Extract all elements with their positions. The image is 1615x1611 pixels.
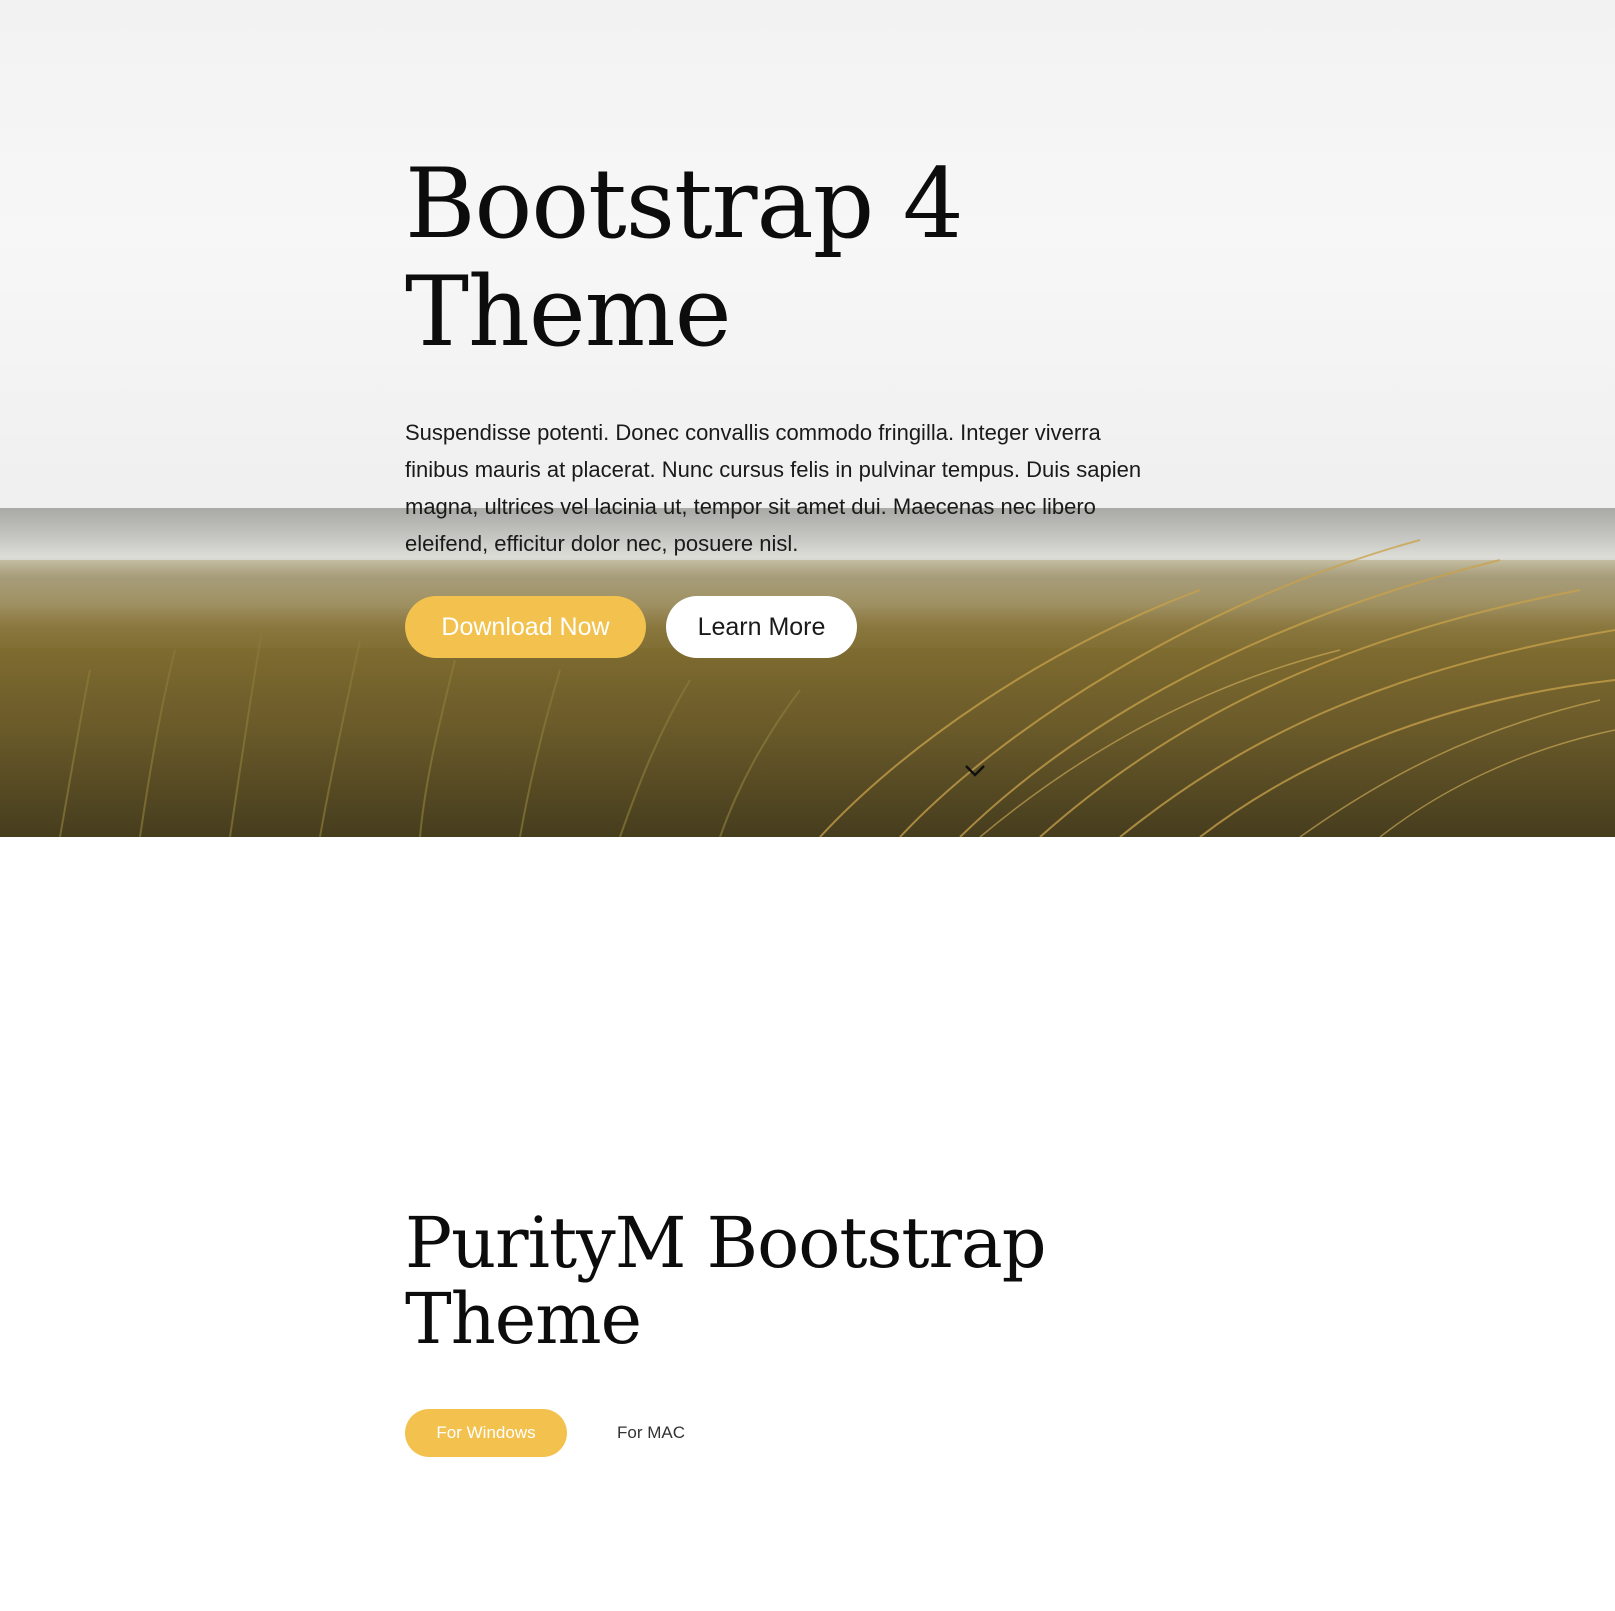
section-title-line2: Theme xyxy=(405,1278,642,1360)
hero-content: Bootstrap 4 Theme Suspendisse potenti. D… xyxy=(405,150,1165,658)
hero-title: Bootstrap 4 Theme xyxy=(405,150,1165,366)
platform-tabs: For Windows For MAC xyxy=(405,1409,1205,1457)
tab-for-mac[interactable]: For MAC xyxy=(617,1409,685,1457)
hero-buttons: Download Now Learn More xyxy=(405,596,1165,658)
section-title: PurityM Bootstrap Theme xyxy=(405,1205,1205,1357)
chevron-down-icon[interactable] xyxy=(964,764,986,778)
hero-title-line2: Theme xyxy=(405,256,732,368)
download-now-button[interactable]: Download Now xyxy=(405,596,646,658)
product-section: PurityM Bootstrap Theme For Windows For … xyxy=(405,1205,1205,1457)
hero-title-line1: Bootstrap 4 xyxy=(405,148,964,260)
hero-description: Suspendisse potenti. Donec convallis com… xyxy=(405,420,1142,556)
learn-more-button[interactable]: Learn More xyxy=(666,596,857,658)
section-title-line1: PurityM Bootstrap xyxy=(405,1202,1047,1284)
hero-section: Bootstrap 4 Theme Suspendisse potenti. D… xyxy=(0,0,1615,837)
tab-for-windows[interactable]: For Windows xyxy=(405,1409,567,1457)
